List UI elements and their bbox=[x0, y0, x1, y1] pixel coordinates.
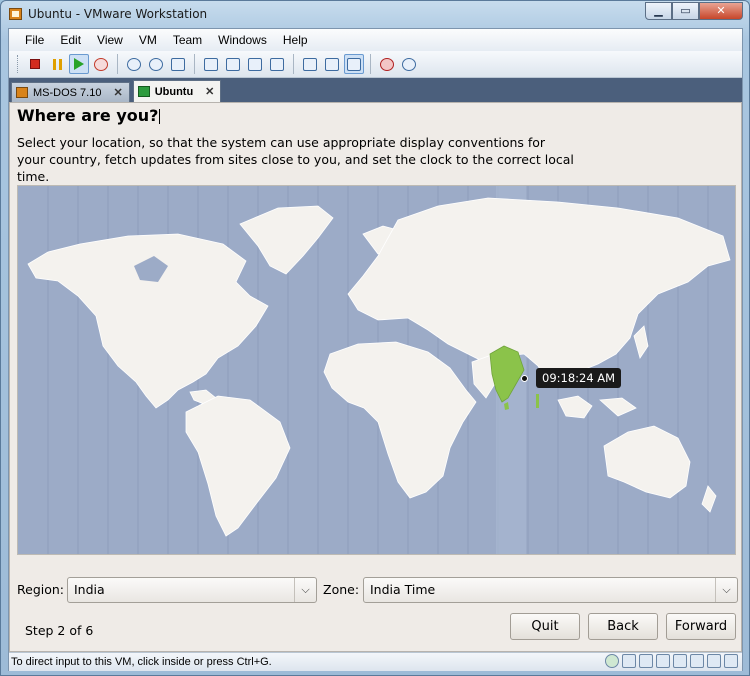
close-tab-icon[interactable]: ✕ bbox=[113, 86, 122, 99]
record-icon bbox=[380, 57, 394, 71]
zone-label: Zone: bbox=[323, 582, 360, 597]
menu-windows[interactable]: Windows bbox=[210, 29, 275, 51]
menu-view[interactable]: View bbox=[89, 29, 131, 51]
summary-view-button[interactable] bbox=[300, 54, 320, 74]
menu-file[interactable]: File bbox=[17, 29, 52, 51]
summary-icon bbox=[303, 57, 317, 71]
back-button[interactable]: Back bbox=[588, 613, 658, 640]
suspend-button[interactable] bbox=[47, 54, 67, 74]
snapshot-icon bbox=[127, 57, 141, 71]
window-title: Ubuntu - VMware Workstation bbox=[28, 7, 208, 21]
menu-team[interactable]: Team bbox=[165, 29, 210, 51]
vm-running-icon bbox=[137, 86, 150, 97]
network-icon[interactable] bbox=[605, 654, 619, 668]
client-area: File Edit View VM Team Windows Help MS-D… bbox=[8, 28, 743, 671]
toolbar bbox=[9, 51, 742, 78]
toolbar-separator bbox=[293, 54, 294, 74]
hard-disk-icon[interactable] bbox=[622, 654, 636, 668]
tab-label: MS-DOS 7.10 bbox=[33, 86, 102, 99]
snapshot-manager-icon bbox=[171, 57, 185, 71]
close-tab-icon[interactable]: ✕ bbox=[205, 85, 214, 98]
time-tooltip: 09:18:24 AM bbox=[536, 368, 622, 388]
chevron-down-icon: ⌵ bbox=[715, 578, 737, 602]
revert-snapshot-button[interactable] bbox=[146, 54, 166, 74]
revert-icon bbox=[149, 57, 163, 71]
play-icon bbox=[74, 58, 84, 70]
toolbar-grip[interactable] bbox=[17, 55, 20, 73]
region-value: India bbox=[74, 582, 105, 597]
show-sidebar-button[interactable] bbox=[201, 54, 221, 74]
take-snapshot-button[interactable] bbox=[124, 54, 144, 74]
title-bar[interactable]: Ubuntu - VMware Workstation ▁ ▭ ✕ bbox=[1, 1, 749, 28]
maximize-button[interactable]: ▭ bbox=[672, 2, 699, 20]
record-button[interactable] bbox=[377, 54, 397, 74]
quick-switch-icon bbox=[248, 57, 262, 71]
region-combobox[interactable]: India ⌵ bbox=[67, 577, 317, 603]
vm-console[interactable]: Where are you? Select your location, so … bbox=[9, 102, 742, 652]
fullscreen-icon bbox=[226, 57, 240, 71]
reset-button[interactable] bbox=[91, 54, 111, 74]
tab-ubuntu[interactable]: Ubuntu ✕ bbox=[132, 80, 222, 102]
world-map-graphic bbox=[27, 186, 731, 554]
menu-bar: File Edit View VM Team Windows Help bbox=[9, 29, 742, 51]
unity-button[interactable] bbox=[267, 54, 287, 74]
sidebar-icon bbox=[204, 57, 218, 71]
sound-icon[interactable] bbox=[690, 654, 704, 668]
appliance-view-button[interactable] bbox=[322, 54, 342, 74]
appliance-icon bbox=[325, 57, 339, 71]
floppy-icon[interactable] bbox=[639, 654, 653, 668]
power-on-button[interactable] bbox=[69, 54, 89, 74]
full-screen-button[interactable] bbox=[223, 54, 243, 74]
toolbar-separator bbox=[194, 54, 195, 74]
vmware-app-icon bbox=[9, 8, 22, 20]
cd-rom-icon[interactable] bbox=[656, 654, 670, 668]
vm-tab-strip: MS-DOS 7.10 ✕ Ubuntu ✕ bbox=[9, 78, 742, 102]
quit-button[interactable]: Quit bbox=[510, 613, 580, 640]
snapshot-manager-button[interactable] bbox=[168, 54, 188, 74]
console-view-button[interactable] bbox=[344, 54, 364, 74]
world-map[interactable]: 09:18:24 AM bbox=[17, 185, 736, 555]
vmware-window: Ubuntu - VMware Workstation ▁ ▭ ✕ File E… bbox=[0, 0, 750, 676]
usb-icon[interactable] bbox=[673, 654, 687, 668]
chevron-down-icon: ⌵ bbox=[294, 578, 316, 602]
message-log-icon[interactable] bbox=[724, 654, 738, 668]
minimize-button[interactable]: ▁ bbox=[645, 2, 672, 20]
forward-button[interactable]: Forward bbox=[666, 613, 736, 640]
text-cursor bbox=[159, 109, 161, 124]
menu-vm[interactable]: VM bbox=[131, 29, 165, 51]
window-controls: ▁ ▭ ✕ bbox=[645, 2, 743, 20]
status-text: To direct input to this VM, click inside… bbox=[11, 656, 272, 668]
display-icon[interactable] bbox=[707, 654, 721, 668]
zone-value: India Time bbox=[370, 582, 436, 597]
page-title: Where are you? bbox=[17, 106, 161, 125]
location-description: Select your location, so that the system… bbox=[17, 135, 574, 184]
power-off-button[interactable] bbox=[25, 54, 45, 74]
device-icons bbox=[602, 654, 738, 668]
toolbar-separator bbox=[370, 54, 371, 74]
replay-icon bbox=[402, 57, 416, 71]
tab-label: Ubuntu bbox=[154, 85, 194, 98]
replay-button[interactable] bbox=[399, 54, 419, 74]
step-indicator: Step 2 of 6 bbox=[25, 623, 94, 638]
region-label: Region: bbox=[17, 582, 65, 597]
console-icon bbox=[347, 57, 361, 71]
menu-help[interactable]: Help bbox=[275, 29, 316, 51]
tab-ms-dos[interactable]: MS-DOS 7.10 ✕ bbox=[11, 82, 130, 102]
location-pin-icon bbox=[521, 375, 528, 382]
toolbar-separator bbox=[117, 54, 118, 74]
reset-icon bbox=[94, 57, 108, 71]
menu-edit[interactable]: Edit bbox=[52, 29, 89, 51]
quick-switch-button[interactable] bbox=[245, 54, 265, 74]
vm-icon bbox=[16, 87, 28, 98]
unity-icon bbox=[270, 57, 284, 71]
heading-text: Where are you? bbox=[17, 106, 159, 125]
stop-icon bbox=[30, 59, 40, 69]
close-window-button[interactable]: ✕ bbox=[699, 2, 743, 20]
zone-combobox[interactable]: India Time ⌵ bbox=[363, 577, 738, 603]
status-bar: To direct input to this VM, click inside… bbox=[9, 652, 742, 671]
pause-icon bbox=[52, 58, 62, 70]
